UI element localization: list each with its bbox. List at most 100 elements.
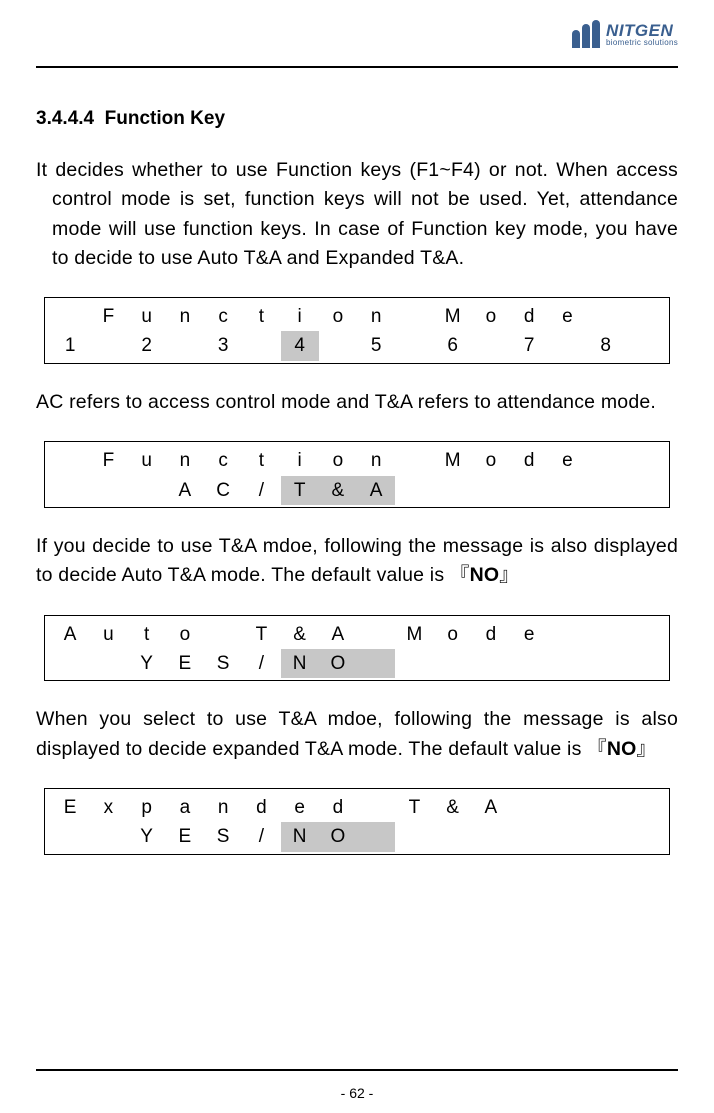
lcd-cell — [434, 822, 472, 851]
lcd-cell — [395, 331, 433, 360]
lcd-cell: S — [204, 822, 242, 851]
lcd-cell: n — [357, 446, 395, 475]
lcd-cell — [51, 476, 89, 505]
lcd-cell: Y — [128, 649, 166, 678]
lcd-cell: N — [281, 822, 319, 851]
para3-post: 』 — [499, 564, 519, 586]
lcd-cell: 1 — [51, 331, 89, 360]
paragraph-1: It decides whether to use Function keys … — [36, 156, 678, 273]
footer-divider — [36, 1069, 678, 1071]
lcd-cell: u — [128, 302, 166, 331]
lcd-cell: M — [434, 302, 472, 331]
lcd-cell — [395, 822, 433, 851]
lcd-cell: n — [204, 793, 242, 822]
lcd-function-mode-ac-ta: Function Mode AC/T&A — [44, 441, 670, 508]
lcd-cell — [395, 302, 433, 331]
lcd-row: Expanded T&A — [51, 793, 663, 822]
lcd-cell — [587, 302, 625, 331]
lcd-cell: d — [319, 793, 357, 822]
lcd-cell — [51, 822, 89, 851]
lcd-cell: d — [510, 446, 548, 475]
lcd-cell: / — [242, 822, 280, 851]
lcd-cell: A — [357, 476, 395, 505]
lcd-cell — [128, 476, 166, 505]
lcd-cell — [625, 620, 663, 649]
lcd-cell: / — [242, 649, 280, 678]
lcd-row: AC/T&A — [51, 476, 663, 505]
lcd-cell: a — [166, 793, 204, 822]
lcd-cell: p — [128, 793, 166, 822]
lcd-cell — [319, 331, 357, 360]
lcd-expanded-ta: Expanded T&A YES/NO — [44, 788, 670, 855]
para3-bold: NO — [470, 564, 500, 586]
lcd-cell: C — [204, 476, 242, 505]
lcd-cell: d — [242, 793, 280, 822]
lcd-cell — [548, 793, 586, 822]
lcd-cell — [89, 331, 127, 360]
lcd-cell: / — [242, 476, 280, 505]
lcd-row: Function Mode — [51, 446, 663, 475]
lcd-cell: F — [89, 302, 127, 331]
lcd-cell: o — [472, 302, 510, 331]
para4-pre: When you select to use T&A mdoe, followi… — [36, 708, 678, 759]
lcd-cell: A — [51, 620, 89, 649]
lcd-cell: d — [472, 620, 510, 649]
lcd-cell — [472, 649, 510, 678]
lcd-cell: x — [89, 793, 127, 822]
lcd-cell — [395, 649, 433, 678]
paragraph-2: AC refers to access control mode and T&A… — [36, 388, 678, 417]
lcd-cell: d — [510, 302, 548, 331]
lcd-cell: 4 — [281, 331, 319, 360]
section-title: 3.4.4.4 Function Key — [36, 108, 678, 130]
lcd-cell — [587, 620, 625, 649]
lcd-cell — [548, 649, 586, 678]
lcd-cell: 7 — [510, 331, 548, 360]
lcd-cell: T — [281, 476, 319, 505]
lcd-cell — [51, 302, 89, 331]
paragraph-4: When you select to use T&A mdoe, followi… — [36, 705, 678, 764]
lcd-cell — [625, 793, 663, 822]
lcd-cell: 3 — [204, 331, 242, 360]
lcd-cell: c — [204, 446, 242, 475]
lcd-cell: A — [319, 620, 357, 649]
lcd-cell — [548, 620, 586, 649]
lcd-cell: E — [51, 793, 89, 822]
lcd-cell: i — [281, 302, 319, 331]
lcd-cell — [587, 446, 625, 475]
lcd-cell: E — [166, 649, 204, 678]
lcd-cell — [548, 476, 586, 505]
lcd-cell: O — [319, 822, 357, 851]
lcd-cell — [587, 476, 625, 505]
lcd-cell: S — [204, 649, 242, 678]
lcd-cell: o — [319, 446, 357, 475]
lcd-cell — [242, 331, 280, 360]
lcd-row: YES/NO — [51, 822, 663, 851]
lcd-cell — [357, 793, 395, 822]
lcd-cell: & — [434, 793, 472, 822]
lcd-cell — [434, 476, 472, 505]
lcd-row: Auto T&A Mode — [51, 620, 663, 649]
logo-subtitle: biometric solutions — [606, 39, 678, 47]
lcd-cell: 2 — [128, 331, 166, 360]
lcd-cell — [472, 331, 510, 360]
lcd-cell — [51, 446, 89, 475]
para3-pre: If you decide to use T&A mdoe, following… — [36, 535, 678, 586]
lcd-cell: 6 — [434, 331, 472, 360]
lcd-cell: 5 — [357, 331, 395, 360]
header: NITGEN biometric solutions — [36, 20, 678, 62]
lcd-cell: u — [89, 620, 127, 649]
lcd-cell — [548, 822, 586, 851]
lcd-cell — [587, 793, 625, 822]
lcd-cell: Y — [128, 822, 166, 851]
lcd-cell: n — [166, 446, 204, 475]
lcd-cell: u — [128, 446, 166, 475]
section-number: 3.4.4.4 — [36, 108, 94, 129]
lcd-cell: F — [89, 446, 127, 475]
page-number: - 62 - — [0, 1085, 714, 1101]
lcd-cell — [625, 446, 663, 475]
lcd-cell — [510, 476, 548, 505]
logo: NITGEN biometric solutions — [572, 20, 678, 48]
lcd-auto-ta-mode: Auto T&A Mode YES/NO — [44, 615, 670, 682]
lcd-cell — [587, 649, 625, 678]
lcd-cell — [395, 476, 433, 505]
